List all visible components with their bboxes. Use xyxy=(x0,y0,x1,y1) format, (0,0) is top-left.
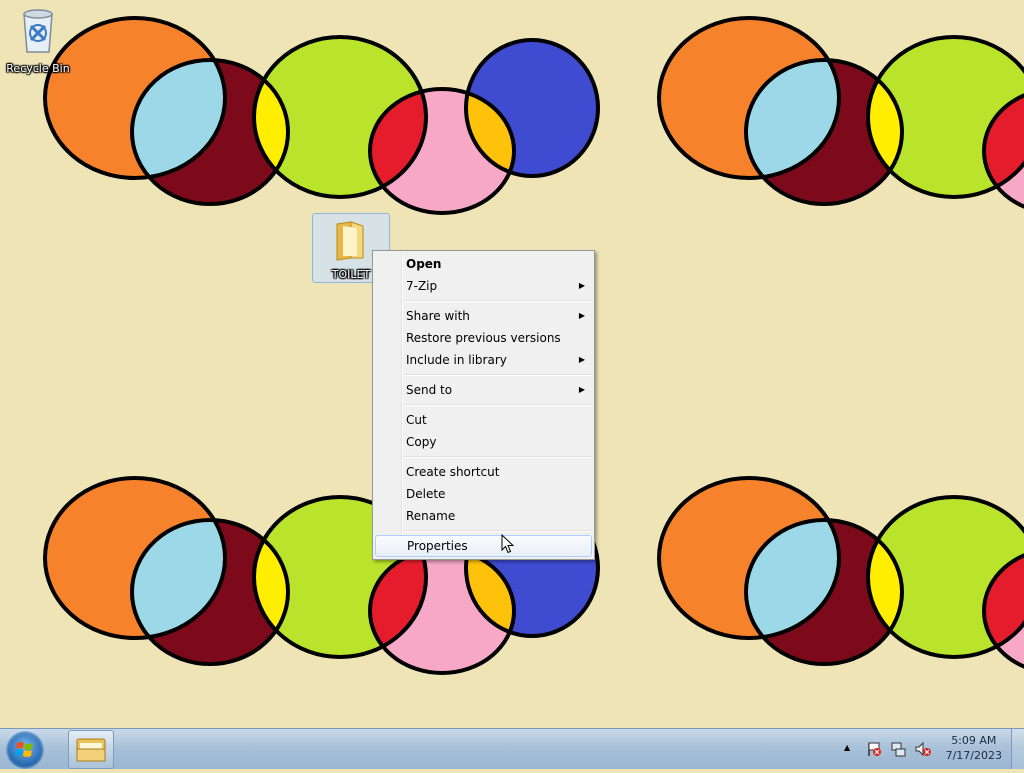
file-explorer-icon xyxy=(76,738,106,762)
menu-separator xyxy=(403,530,592,532)
menu-separator xyxy=(403,456,592,458)
menu-item-send-to[interactable]: Send to ▶ xyxy=(373,379,594,401)
menu-item-restore-previous-versions[interactable]: Restore previous versions xyxy=(373,327,594,349)
menu-item-label: Properties xyxy=(407,539,468,553)
menu-item-label: Open xyxy=(406,257,442,271)
submenu-arrow-icon: ▶ xyxy=(578,385,585,394)
volume-muted-icon[interactable] xyxy=(914,741,932,757)
menu-item-rename[interactable]: Rename xyxy=(373,505,594,527)
menu-item-label: Create shortcut xyxy=(406,465,500,479)
menu-item-cut[interactable]: Cut xyxy=(373,409,594,431)
windows-logo-icon xyxy=(15,742,33,757)
clock-date: 7/17/2023 xyxy=(945,749,1002,762)
menu-item-label: 7-Zip xyxy=(406,279,438,293)
menu-item-label: Include in library xyxy=(406,353,507,367)
submenu-arrow-icon: ▶ xyxy=(578,355,585,364)
system-clock[interactable]: 5:09 AM 7/17/2023 xyxy=(946,733,1002,763)
menu-item-label: Copy xyxy=(406,435,437,449)
menu-item-label: Share with xyxy=(406,309,470,323)
recycle-bin-graphic xyxy=(23,9,53,53)
menu-item-7zip[interactable]: 7-Zip ▶ xyxy=(373,275,594,297)
action-center-flag-icon[interactable] xyxy=(866,741,882,757)
menu-item-label: Cut xyxy=(406,413,427,427)
show-desktop-button[interactable] xyxy=(1011,729,1024,769)
menu-item-properties[interactable]: Properties xyxy=(375,535,592,557)
show-hidden-icons-button[interactable]: ▲ xyxy=(844,743,850,752)
menu-separator xyxy=(403,404,592,406)
context-menu: Open 7-Zip ▶ Share with ▶ Restore previous… xyxy=(372,250,595,560)
submenu-arrow-icon: ▶ xyxy=(578,281,585,290)
folder-icon xyxy=(336,221,364,261)
mouse-cursor-icon xyxy=(501,534,515,554)
menu-item-open[interactable]: Open xyxy=(373,253,594,275)
menu-item-delete[interactable]: Delete xyxy=(373,483,594,505)
recycle-bin-icon[interactable]: Recycle Bin xyxy=(6,6,70,75)
menu-item-label: Rename xyxy=(406,509,456,523)
menu-item-label: Delete xyxy=(406,487,446,501)
menu-item-create-shortcut[interactable]: Create shortcut xyxy=(373,461,594,483)
menu-item-label: Restore previous versions xyxy=(406,331,561,345)
file-explorer-taskbar-button[interactable] xyxy=(68,730,114,769)
submenu-arrow-icon: ▶ xyxy=(578,311,585,320)
taskbar: ▲ 5:09 AM 7/17/2023 xyxy=(0,728,1024,769)
menu-separator xyxy=(403,374,592,376)
network-icon[interactable] xyxy=(890,741,906,757)
recycle-bin-label: Recycle Bin xyxy=(6,62,70,75)
clock-time: 5:09 AM xyxy=(951,734,997,747)
start-button[interactable] xyxy=(6,731,44,769)
menu-item-share-with[interactable]: Share with ▶ xyxy=(373,305,594,327)
menu-item-include-in-library[interactable]: Include in library ▶ xyxy=(373,349,594,371)
menu-separator xyxy=(403,300,592,302)
menu-item-copy[interactable]: Copy xyxy=(373,431,594,453)
menu-item-label: Send to xyxy=(406,383,453,397)
